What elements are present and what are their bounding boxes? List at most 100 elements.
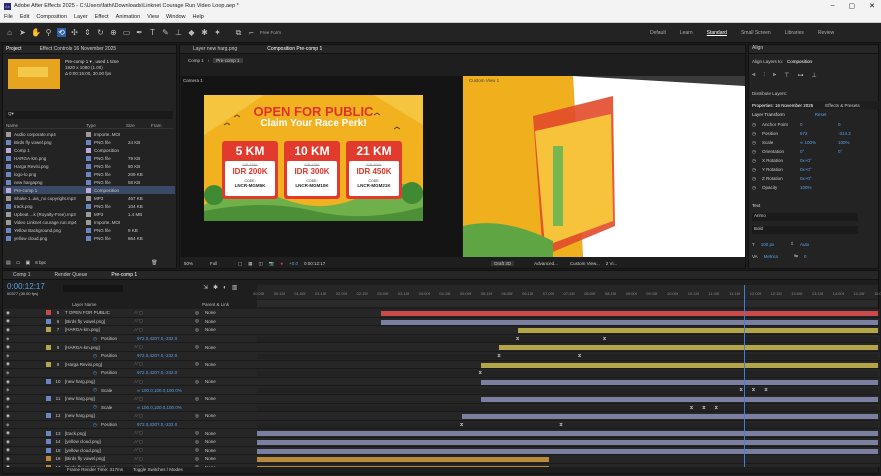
new-comp-icon[interactable]: ▣ (25, 260, 30, 266)
layer-switches[interactable]: ⁄ ⁄ ◻ (135, 439, 195, 445)
label-color-icon[interactable] (86, 171, 91, 177)
zoom-select[interactable]: 50% (184, 261, 204, 266)
parent-select[interactable]: None (205, 362, 235, 367)
layer-name[interactable]: [new harg.png] (65, 396, 135, 401)
align-left-icon[interactable]: ⫷ (752, 72, 755, 79)
shy-icon[interactable]: ⇲ (203, 284, 208, 291)
parent-pick-icon[interactable]: ◎ (195, 447, 205, 453)
prop-value-1[interactable]: 672 (800, 131, 838, 136)
layer-switches[interactable]: ⁄ ⁄ ◻ (135, 413, 195, 419)
visibility-icon[interactable]: ◉ (6, 439, 16, 445)
align-bottom-icon[interactable]: ⊥ (812, 72, 817, 79)
property-value[interactable]: 972.0,420?.0,-232.0 (137, 336, 217, 341)
visibility-icon[interactable]: ◉ (6, 344, 16, 350)
dolly-tool-icon[interactable]: ⇕ (83, 28, 92, 37)
label-color-icon[interactable] (86, 147, 91, 153)
visibility-icon[interactable]: ◉ (6, 456, 16, 462)
stopwatch-icon[interactable]: ◷ (93, 370, 101, 376)
project-file-row[interactable]: Harga Revisi.png PNG file 80 KB (3, 162, 175, 170)
parent-select[interactable]: None (205, 431, 235, 436)
keyframe-nav-icon[interactable]: ◆ (6, 370, 18, 376)
close-icon[interactable]: ✕ (869, 2, 875, 10)
toggle-switches[interactable]: Toggle Switches / Modes (133, 467, 183, 472)
timeline-layer-row[interactable]: ◉ 13 [track.png] ⁄ ⁄ ◻ ◎ None (3, 429, 880, 438)
draft-3d-button[interactable]: Draft 3D (491, 261, 515, 266)
workspace-standard[interactable]: Standard (707, 30, 727, 36)
timeline-layer-row[interactable]: ◉ 16 [Birds fly vowel.png] ⁄ ⁄ ◻ ◎ None (3, 455, 880, 464)
kerning-value[interactable]: Metrics (764, 254, 779, 259)
stopwatch-icon[interactable]: ◷ (93, 353, 101, 359)
prop-value-2[interactable]: 100% (838, 140, 850, 145)
font-style-select[interactable]: Bold (752, 226, 858, 234)
tab-composition[interactable]: Composition Pre-comp 1 (267, 46, 322, 52)
workspace-review[interactable]: Review (818, 30, 834, 36)
keyframe-icon[interactable]: ⧖ (764, 387, 768, 393)
timeline-layer-row[interactable]: ◉ 14 [yellow cloud.png] ⁄ ⁄ ◻ ◎ None (3, 437, 880, 447)
work-area-bar[interactable] (257, 300, 878, 307)
keyframe-icon[interactable]: ⧖ (559, 422, 563, 428)
graph-editor-icon[interactable]: ▥ (232, 284, 238, 291)
menu-layer[interactable]: Layer (74, 14, 88, 20)
stopwatch-icon[interactable]: ◷ (93, 387, 101, 393)
project-file-row[interactable]: Pre-comp 1 Composition (3, 186, 175, 194)
layer-name[interactable]: [track.png] (65, 431, 135, 436)
menu-edit[interactable]: Edit (20, 14, 29, 20)
exposure-value[interactable]: +0.0 (289, 261, 298, 266)
visibility-icon[interactable]: ◉ (6, 396, 16, 402)
parent-select[interactable]: None (205, 465, 235, 467)
parent-select[interactable]: None (205, 439, 235, 444)
motion-blur-icon[interactable]: ◐ (223, 285, 227, 291)
layer-duration-bar[interactable] (480, 362, 878, 368)
parent-pick-icon[interactable]: ◎ (195, 318, 205, 324)
home-icon[interactable]: ⌂ (5, 28, 14, 37)
timeline-property-row[interactable]: ◆ ◷ Position 972.0,420?.0,-232.0 ⧖ (3, 369, 880, 378)
property-value[interactable]: 972.0,420?.0,-232.0 (137, 353, 217, 358)
visibility-icon[interactable]: ◉ (6, 413, 16, 419)
tab-layer[interactable]: Layer new harg.png (193, 46, 237, 52)
parent-select[interactable]: None (205, 448, 235, 453)
prop-value-1[interactable]: 0x+0° (800, 167, 838, 172)
stopwatch-icon[interactable]: ◷ (93, 422, 101, 428)
timeline-search-input[interactable] (63, 285, 123, 292)
keyframe-icon[interactable]: ⧖ (460, 422, 464, 428)
parent-select[interactable]: None (205, 345, 235, 350)
mask-icon[interactable]: ◫ (259, 261, 263, 267)
visibility-icon[interactable]: ◉ (6, 447, 16, 453)
label-color-icon[interactable] (86, 187, 91, 193)
align-title[interactable]: Align (749, 45, 878, 54)
stopwatch-icon[interactable]: ◷ (752, 158, 762, 164)
timeline-property-row[interactable]: ◆ ◷ Scale ∞ 100.0,100.0,100.0% ⧖ ⧖ ⧖ (3, 403, 880, 413)
prop-value-1[interactable]: 0x+0° (800, 176, 838, 181)
layer-duration-bar[interactable] (257, 431, 878, 437)
layer-name[interactable]: [Birds fly vowel.png] (65, 456, 135, 461)
parent-select[interactable]: None (205, 310, 235, 315)
minimize-icon[interactable]: – (831, 2, 835, 10)
stopwatch-icon[interactable]: ◷ (752, 140, 762, 146)
workspace-small-screen[interactable]: Small Screen (741, 30, 771, 36)
timeline-layer-row[interactable]: ◉ 10 [new harg.png] ⁄ ⁄ ◻ ◎ None (3, 377, 880, 387)
puppet-tool-icon[interactable]: ✦ (213, 28, 222, 37)
stopwatch-icon[interactable]: ◷ (752, 185, 762, 191)
parent-select[interactable]: None (205, 319, 235, 324)
time-ruler[interactable]: 00:00f 00:15f 01:00f 01:15f 02:00f 02:15f 03:0… (253, 285, 881, 299)
project-file-row[interactable]: Audio corporate.mp4 Importe..MOI (3, 130, 175, 138)
parent-pick-icon[interactable]: ◎ (195, 430, 205, 436)
timeline-layer-row[interactable]: ◉ 11 [new harg.png] ⁄ ⁄ ◻ ◎ None (3, 394, 880, 404)
region-icon[interactable]: ▢ (238, 261, 242, 267)
current-time[interactable]: 0:00:12:17 (7, 282, 45, 291)
font-size-value[interactable]: 100 px (761, 242, 775, 247)
viewer-timecode[interactable]: 0:00:12:17 (304, 261, 325, 266)
align-vcenter-icon[interactable]: ⊶ (798, 72, 804, 79)
parent-select[interactable]: None (205, 379, 235, 384)
parent-pick-icon[interactable]: ◎ (195, 413, 205, 419)
label-color-icon[interactable] (86, 139, 91, 145)
layer-switches[interactable]: ⁄ ⁄ ◻ (135, 318, 195, 324)
header-frame[interactable]: Fram (151, 123, 162, 128)
parent-pick-icon[interactable]: ◎ (195, 327, 205, 333)
project-file-row[interactable]: Comp 1 Composition (3, 146, 175, 154)
project-file-row[interactable]: HARGA-km.png PNG file 79 KB (3, 154, 175, 162)
orbit-tool-icon[interactable]: ⟲ (57, 28, 66, 37)
layer-duration-bar[interactable] (257, 448, 878, 454)
workspace-libraries[interactable]: Libraries (785, 30, 804, 36)
keyframe-nav-icon[interactable]: ◆ (6, 387, 18, 393)
